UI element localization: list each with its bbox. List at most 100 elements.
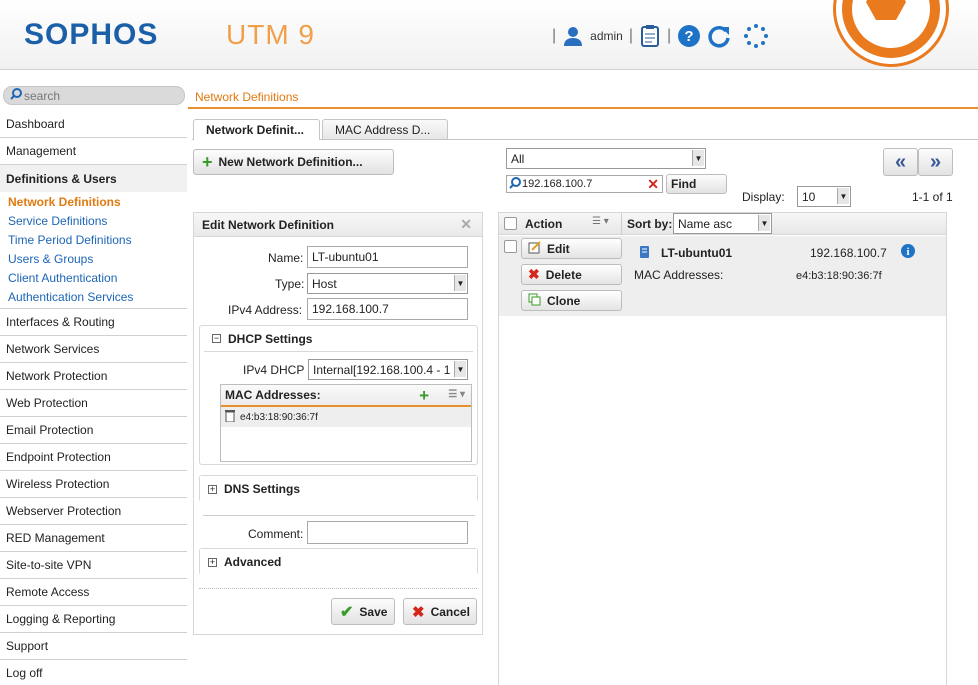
divider — [188, 107, 978, 109]
select-all-checkbox[interactable] — [504, 217, 517, 230]
sort-by-label: Sort by: — [627, 217, 673, 231]
tab-network-definitions[interactable]: Network Definit... — [193, 119, 320, 140]
search-icon — [10, 88, 22, 103]
name-label: Name: — [268, 251, 304, 265]
collapse-icon: − — [212, 333, 221, 343]
help-icon[interactable]: ? — [677, 24, 701, 48]
save-button-label: Save — [359, 604, 388, 619]
sidebar-item-log-off[interactable]: Log off — [0, 660, 187, 685]
delete-icon: ✖ — [528, 266, 540, 282]
clipboard-icon[interactable] — [639, 24, 661, 48]
user-icon[interactable] — [562, 25, 584, 47]
edit-button[interactable]: Edit — [521, 238, 622, 259]
sort-select[interactable]: Name asc ▼ — [673, 213, 772, 234]
header-toolbar: | admin | | ? — [552, 22, 769, 50]
sidebar-subitem-client-authentication[interactable]: Client Authentication — [0, 268, 187, 287]
type-select[interactable]: Host ▼ — [307, 273, 468, 294]
divider — [199, 588, 477, 589]
loading-spinner-icon — [743, 23, 769, 49]
display-label: Display: — [742, 190, 785, 204]
sidebar-item-red-management[interactable]: RED Management — [0, 525, 187, 552]
next-page-button[interactable]: » — [918, 148, 953, 176]
sidebar-item-management[interactable]: Management — [0, 138, 187, 165]
sidebar-item-network-services[interactable]: Network Services — [0, 336, 187, 363]
ipv4-dhcp-value: Internal[192.168.100.4 - 1 — [313, 362, 451, 377]
edit-button-label: Edit — [547, 241, 570, 256]
entry-mac-value: e4:b3:18:90:36:7f — [796, 270, 882, 282]
sidebar-item-email-protection[interactable]: Email Protection — [0, 417, 187, 444]
prev-page-button[interactable]: « — [883, 148, 918, 176]
sidebar-subitem-authentication-services[interactable]: Authentication Services — [0, 287, 187, 306]
cancel-icon: ✖ — [412, 603, 425, 621]
sidebar-item-definitions-users[interactable]: Definitions & Users — [0, 165, 187, 192]
list-options-icon[interactable]: ☰ ▾ — [448, 389, 465, 400]
sidebar-item-remote-access[interactable]: Remote Access — [0, 579, 187, 606]
clone-button[interactable]: Clone — [521, 290, 622, 311]
header: SOPHOS UTM 9 | admin | | ? — [0, 0, 978, 70]
ipv4-dhcp-select[interactable]: Internal[192.168.100.4 - 1 ▼ — [308, 359, 468, 380]
delete-button[interactable]: ✖ Delete — [521, 264, 622, 285]
brand-hexagon-icon — [836, 0, 946, 64]
sidebar-item-web-protection[interactable]: Web Protection — [0, 390, 187, 417]
entry-ip: 192.168.100.7 — [810, 246, 887, 260]
new-button-label: New Network Definition... — [218, 155, 363, 169]
sidebar-item-site-to-site-vpn[interactable]: Site-to-site VPN — [0, 552, 187, 579]
type-filter-value: All — [511, 151, 525, 166]
cancel-button-label: Cancel — [430, 604, 470, 619]
ipv4-address-label: IPv4 Address: — [228, 303, 303, 317]
user-name[interactable]: admin — [590, 29, 623, 43]
search-input[interactable]: search — [3, 86, 185, 105]
filter-search-input[interactable]: 192.168.100.7 ✕ — [506, 175, 663, 193]
clear-icon[interactable]: ✕ — [647, 176, 659, 192]
advanced-header: + Advanced — [200, 549, 477, 575]
sidebar-subitem-time-period-definitions[interactable]: Time Period Definitions — [0, 230, 187, 249]
sidebar-item-interfaces-routing[interactable]: Interfaces & Routing — [0, 309, 187, 336]
sidebar-item-logging-reporting[interactable]: Logging & Reporting — [0, 606, 187, 633]
name-field[interactable]: LT-ubuntu01 — [307, 246, 468, 268]
checkmark-icon: ✔ — [340, 603, 354, 621]
clone-button-label: Clone — [547, 293, 581, 308]
close-icon[interactable]: ✕ — [460, 216, 472, 233]
display-count-value: 10 — [802, 189, 816, 204]
cancel-button[interactable]: ✖ Cancel — [403, 598, 477, 625]
advanced-title: Advanced — [224, 555, 282, 569]
trash-icon[interactable] — [225, 409, 235, 425]
delete-button-label: Delete — [545, 267, 582, 282]
sidebar-item-endpoint-protection[interactable]: Endpoint Protection — [0, 444, 187, 471]
separator: | — [667, 27, 672, 44]
ipv4-address-field[interactable]: 192.168.100.7 — [307, 298, 468, 320]
product-name: UTM 9 — [226, 19, 315, 50]
sidebar-subitem-network-definitions[interactable]: Network Definitions — [0, 192, 187, 211]
save-button[interactable]: ✔ Save — [331, 598, 395, 625]
separator: | — [628, 27, 633, 44]
svg-text:i: i — [906, 246, 909, 258]
mac-address-row: e4:b3:18:90:36:7f — [221, 407, 471, 427]
info-icon[interactable]: i — [900, 243, 916, 262]
dhcp-settings-header[interactable]: − DHCP Settings — [204, 326, 473, 352]
sidebar-item-network-protection[interactable]: Network Protection — [0, 363, 187, 390]
type-select-value: Host — [312, 276, 337, 291]
refresh-icon[interactable] — [707, 24, 731, 48]
dns-settings-section[interactable]: + DNS Settings — [199, 475, 478, 502]
display-count-select[interactable]: 10 ▼ — [797, 186, 851, 207]
sidebar-item-dashboard[interactable]: Dashboard — [0, 111, 187, 138]
edit-panel-header: Edit Network Definition ✕ — [194, 213, 482, 237]
tab-mac-address-definitions[interactable]: MAC Address D... — [322, 119, 448, 140]
advanced-section[interactable]: + Advanced — [199, 548, 478, 575]
type-filter-select[interactable]: All ▼ — [506, 148, 706, 169]
new-network-definition-button[interactable]: + New Network Definition... — [193, 149, 394, 175]
comment-label: Comment: — [248, 527, 304, 541]
column-options-icon[interactable]: ☰ ▾ — [592, 216, 609, 227]
network-definitions-list: Action ☰ ▾ Sort by: Edit ✖ Delete Clone — [498, 212, 947, 685]
sidebar-item-wireless-protection[interactable]: Wireless Protection — [0, 471, 187, 498]
sidebar-item-webserver-protection[interactable]: Webserver Protection — [0, 498, 187, 525]
row-checkbox[interactable] — [504, 240, 517, 253]
app-window: SOPHOS UTM 9 | admin | | ? search Networ… — [0, 0, 978, 685]
sidebar-subitem-users-groups[interactable]: Users & Groups — [0, 249, 187, 268]
add-icon[interactable]: + — [419, 386, 429, 406]
comment-field[interactable] — [307, 521, 468, 544]
sidebar-subitem-service-definitions[interactable]: Service Definitions — [0, 211, 187, 230]
entry-name[interactable]: LT-ubuntu01 — [661, 246, 732, 260]
find-button[interactable]: Find — [666, 174, 727, 194]
sidebar-item-support[interactable]: Support — [0, 633, 187, 660]
